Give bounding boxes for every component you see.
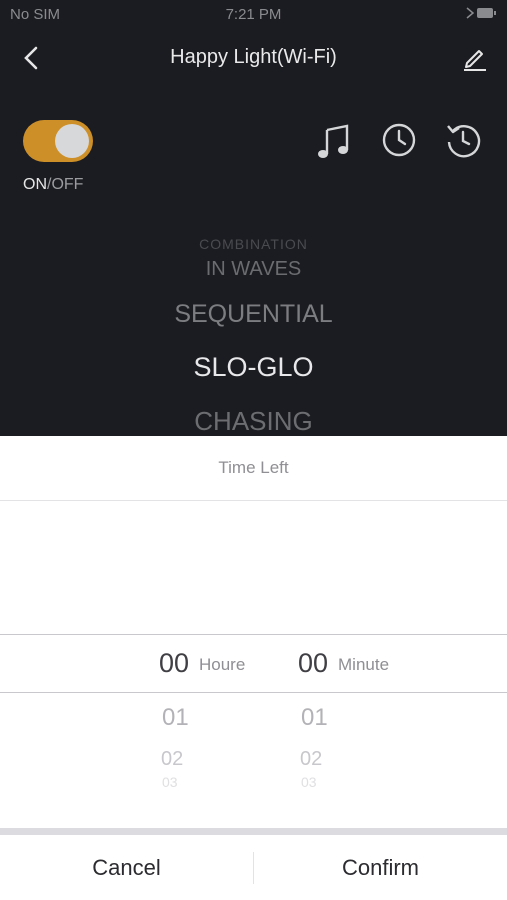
clock-icon[interactable] [381, 122, 417, 158]
minute-option[interactable]: 01 [301, 704, 328, 732]
status-bar: No SIM 7:21 PM [0, 4, 507, 26]
clock-time: 7:21 PM [225, 6, 282, 23]
minute-unit-label: Minute [338, 655, 390, 674]
on-label: ON [23, 176, 47, 193]
mode-option[interactable]: COMBINATION [0, 236, 507, 252]
page-title: Happy Light(Wi-Fi) [170, 46, 337, 68]
timer-history-icon[interactable] [445, 122, 481, 158]
sheet-title: Time Left [218, 458, 289, 477]
hour-option[interactable]: 03 [162, 774, 178, 790]
mode-option[interactable]: SEQUENTIAL [0, 300, 507, 329]
picker-selection-top [0, 634, 507, 635]
mode-option[interactable]: CHASING [0, 406, 507, 436]
on-off-label: ON/OFF [23, 176, 83, 194]
confirm-button[interactable]: Confirm [254, 836, 507, 900]
edit-pencil-icon[interactable] [461, 44, 489, 72]
picker-selection-bottom [0, 692, 507, 693]
hour-value[interactable]: 00 [159, 648, 189, 679]
power-toggle[interactable] [23, 120, 93, 162]
toggle-knob [55, 124, 89, 158]
minute-value[interactable]: 00 [298, 648, 328, 679]
divider [0, 500, 507, 501]
minute-option[interactable]: 03 [301, 774, 317, 790]
off-label: OFF [51, 176, 84, 193]
mode-option-selected[interactable]: SLO-GLO [0, 352, 507, 383]
minute-option[interactable]: 02 [300, 748, 322, 771]
nav-bar: Happy Light(Wi-Fi) [0, 36, 507, 80]
hour-unit-label: Houre [199, 655, 246, 674]
hour-option[interactable]: 01 [162, 704, 189, 732]
hour-option[interactable]: 02 [161, 748, 183, 771]
mode-option[interactable]: IN WAVES [0, 258, 507, 281]
battery-icon [463, 6, 497, 24]
music-note-icon[interactable] [316, 122, 352, 158]
button-separator-bar [0, 828, 507, 835]
cancel-button[interactable]: Cancel [0, 836, 253, 900]
light-control-panel: No SIM 7:21 PM Happy Light(Wi-Fi) ON/OFF… [0, 0, 507, 436]
